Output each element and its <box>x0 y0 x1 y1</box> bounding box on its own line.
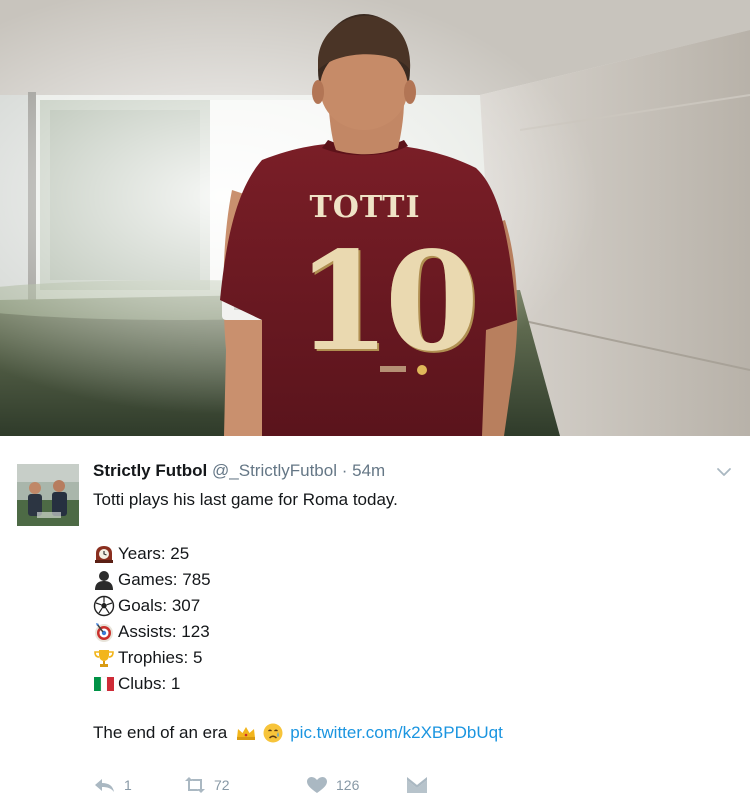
stat-label: Goals: 307 <box>118 596 201 615</box>
tweet-photo[interactable]: TOTTI 10 <box>0 0 750 436</box>
stat-games: Games: 785 <box>93 567 211 593</box>
stat-label: Assists: 123 <box>118 622 210 641</box>
tweet-timestamp[interactable]: 54m <box>352 461 385 480</box>
direct-message-button[interactable] <box>405 776 429 794</box>
stats-list: Years: 25 Games: 785 Goals: 307 Assists:… <box>93 541 211 697</box>
mantelpiece-clock-icon <box>93 543 117 565</box>
retweet-button[interactable]: 72 <box>183 776 305 794</box>
reply-button[interactable]: 1 <box>93 776 183 794</box>
trophy-icon <box>93 647 117 669</box>
jersey-name-text: TOTTI <box>309 190 421 225</box>
stat-years: Years: 25 <box>93 541 211 567</box>
stat-label: Trophies: 5 <box>118 648 203 667</box>
header-separator: · <box>341 461 348 480</box>
stat-label: Games: 785 <box>118 570 211 589</box>
display-name[interactable]: Strictly Futbol <box>93 461 207 480</box>
crown-icon <box>235 722 259 744</box>
tweet-actions: 1 72 126 <box>93 776 429 794</box>
chevron-down-icon[interactable] <box>716 464 732 480</box>
crying-face-icon <box>262 722 286 744</box>
retweet-count: 72 <box>214 777 230 793</box>
tweet: Strictly Futbol @_StrictlyFutbol · 54m T… <box>0 436 750 807</box>
jersey-number-text: 10 <box>296 222 479 382</box>
pic-link[interactable]: pic.twitter.com/k2XBPDbUqt <box>290 723 503 743</box>
closing-text: The end of an era <box>93 723 228 742</box>
user-handle[interactable]: @_StrictlyFutbol <box>212 461 337 480</box>
soccer-ball-icon <box>93 595 117 617</box>
closing-line: The end of an era pic.twitter.com/k2XBPD… <box>93 722 503 744</box>
stat-goals: Goals: 307 <box>93 593 211 619</box>
heart-icon <box>305 776 329 794</box>
tweet-text: Totti plays his last game for Roma today… <box>93 490 398 509</box>
avatar[interactable] <box>17 464 79 526</box>
retweet-icon <box>183 776 207 794</box>
like-button[interactable]: 126 <box>305 776 405 794</box>
reply-icon <box>93 776 117 794</box>
bust-silhouette-icon <box>93 569 117 591</box>
like-count: 126 <box>336 777 360 793</box>
italy-flag-icon <box>93 673 117 695</box>
stat-label: Years: 25 <box>118 544 190 563</box>
envelope-icon <box>405 776 429 794</box>
target-icon <box>93 621 117 643</box>
stat-trophies: Trophies: 5 <box>93 645 211 671</box>
stat-clubs: Clubs: 1 <box>93 671 211 697</box>
stat-label: Clubs: 1 <box>118 674 181 693</box>
stat-assists: Assists: 123 <box>93 619 211 645</box>
reply-count: 1 <box>124 777 132 793</box>
tweet-header: Strictly Futbol @_StrictlyFutbol · 54m <box>93 461 385 481</box>
